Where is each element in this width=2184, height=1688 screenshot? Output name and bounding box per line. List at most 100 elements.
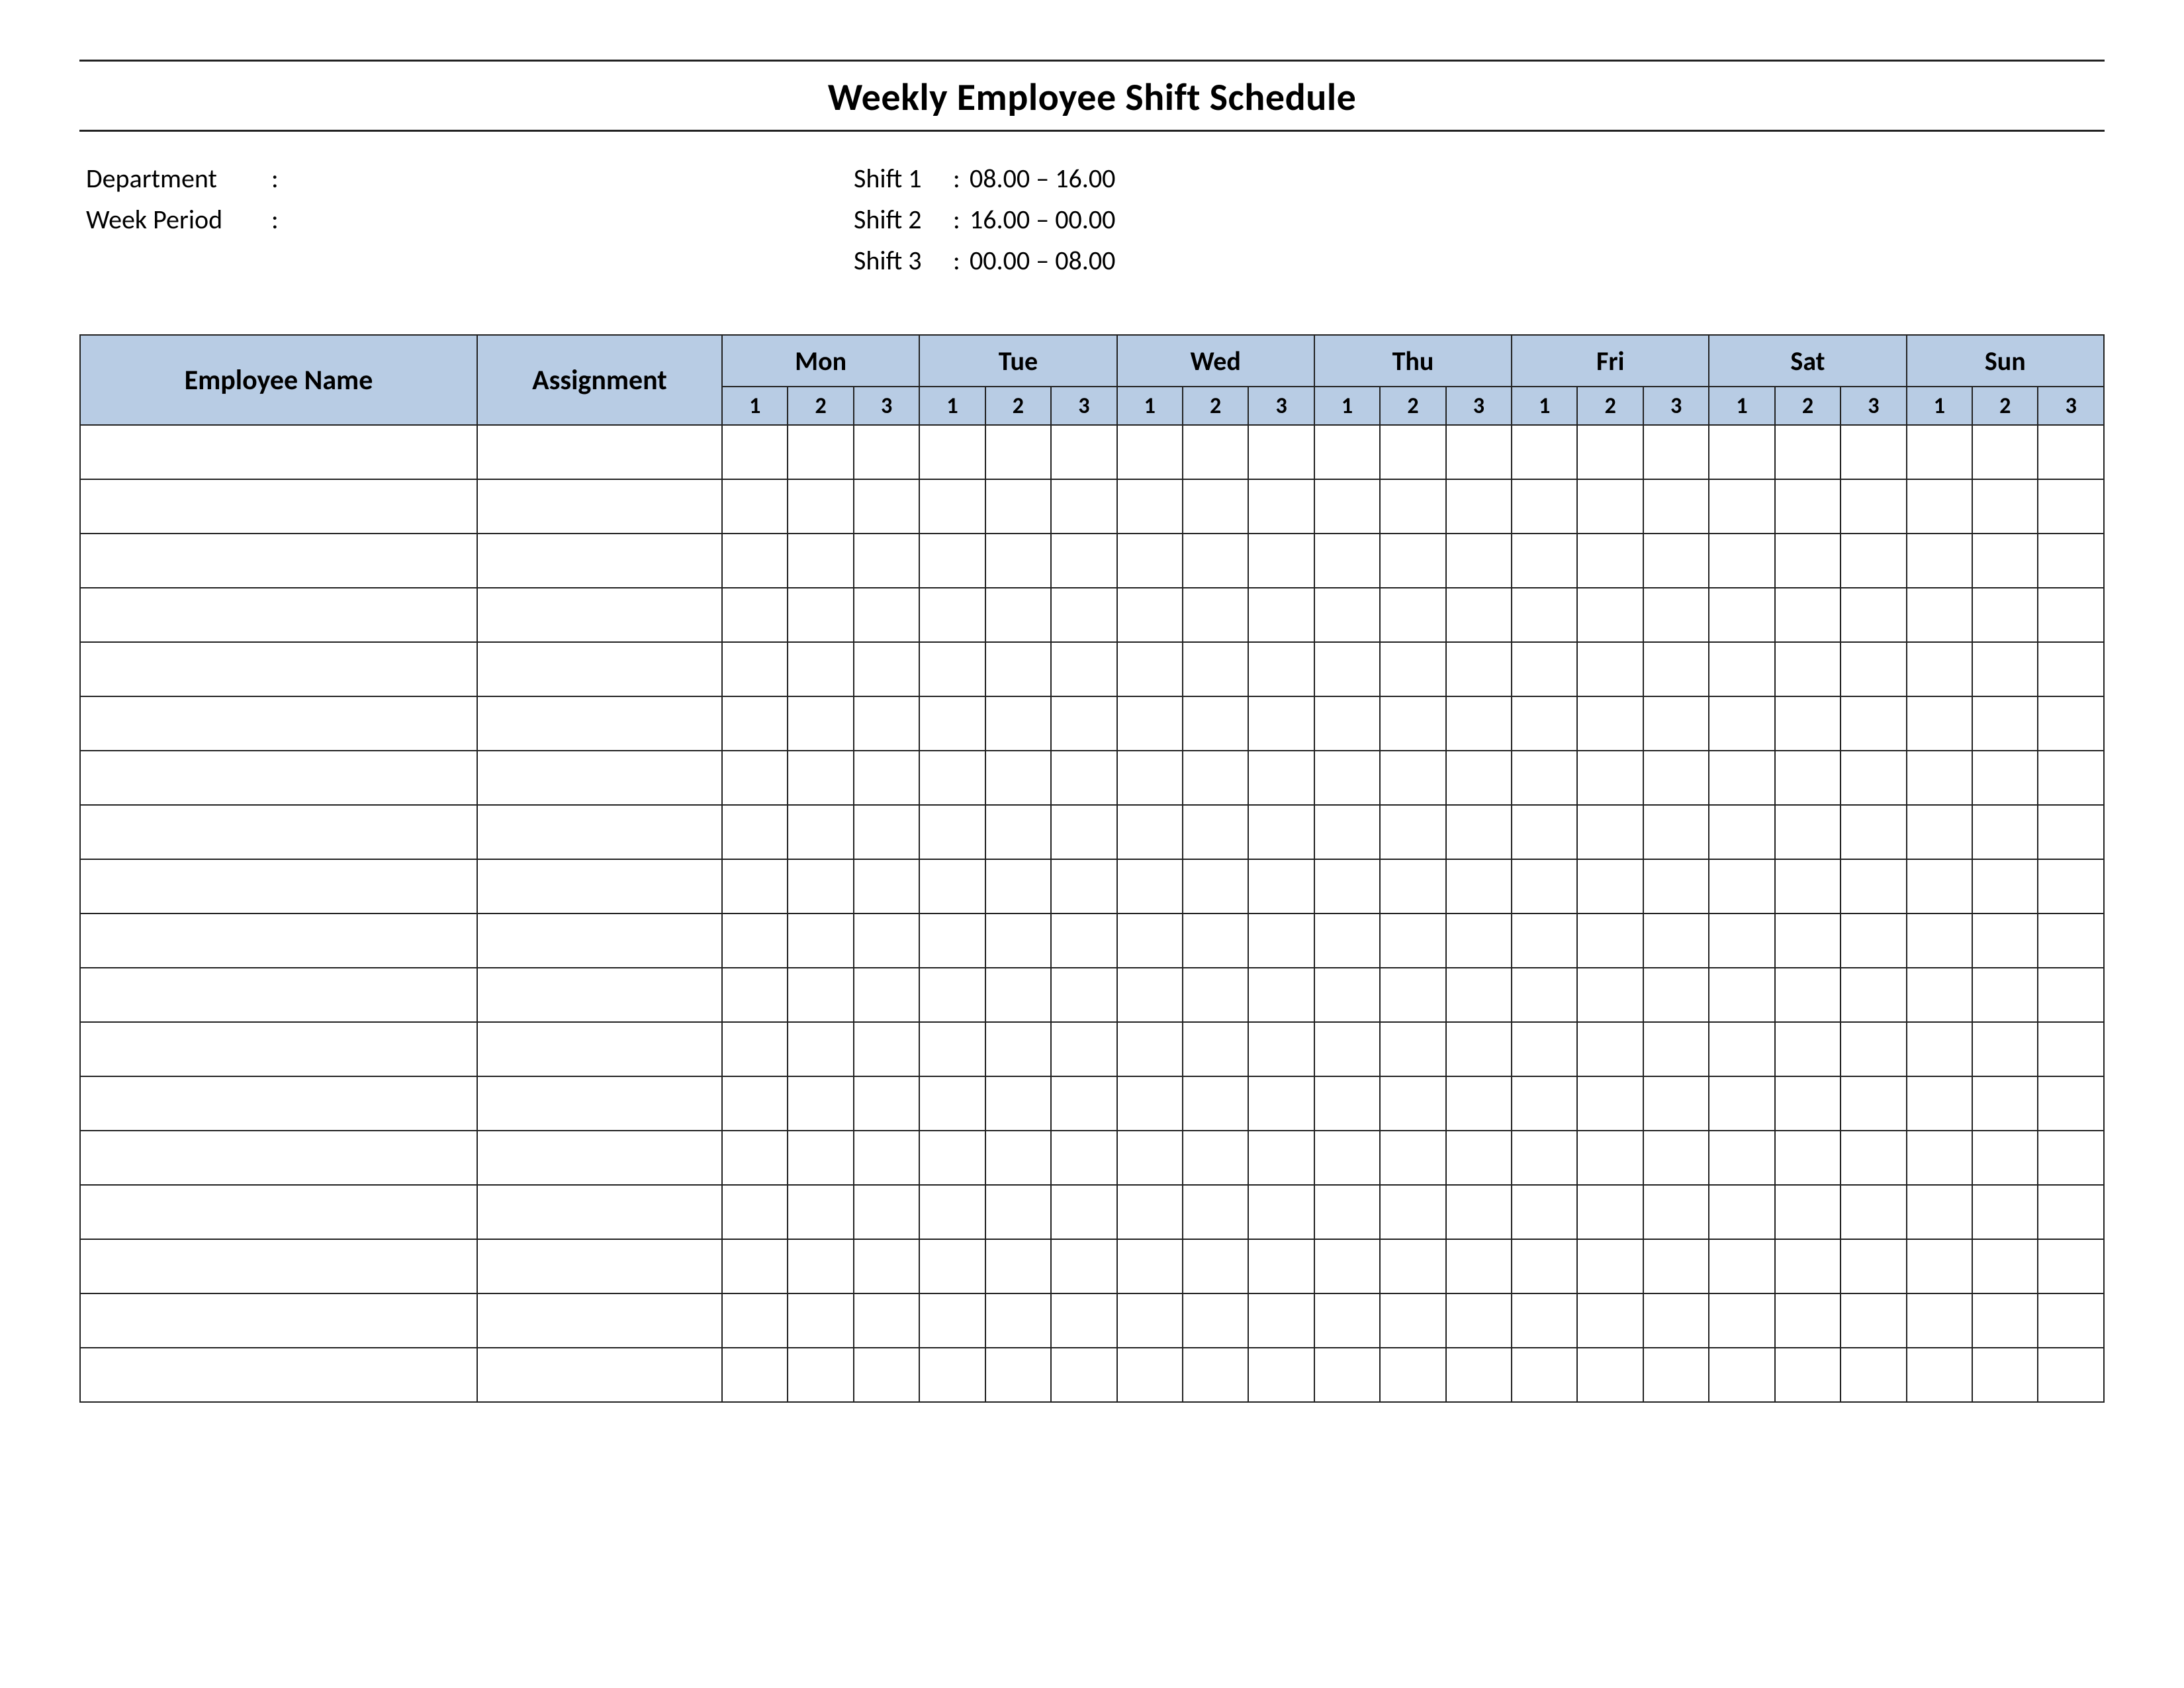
cell-shift[interactable] [1183,914,1248,968]
cell-shift[interactable] [854,425,919,479]
cell-shift[interactable] [919,425,985,479]
cell-shift[interactable] [1972,1239,2038,1293]
cell-shift[interactable] [854,1293,919,1348]
cell-shift[interactable] [1643,859,1709,914]
cell-shift[interactable] [919,1022,985,1076]
cell-shift[interactable] [722,479,788,534]
cell-shift[interactable] [1841,696,1906,751]
cell-shift[interactable] [722,1076,788,1131]
cell-shift[interactable] [1380,696,1445,751]
cell-shift[interactable] [1512,1348,1577,1402]
cell-shift[interactable] [1512,1185,1577,1239]
cell-shift[interactable] [1183,534,1248,588]
cell-assignment[interactable] [477,534,722,588]
cell-shift[interactable] [2038,1022,2104,1076]
cell-shift[interactable] [1380,805,1445,859]
cell-shift[interactable] [1380,642,1445,696]
cell-shift[interactable] [1446,1185,1512,1239]
cell-shift[interactable] [1380,534,1445,588]
cell-shift[interactable] [1380,1076,1445,1131]
cell-shift[interactable] [1183,1348,1248,1402]
cell-shift[interactable] [788,1076,853,1131]
cell-shift[interactable] [1183,1293,1248,1348]
cell-shift[interactable] [1314,859,1380,914]
cell-shift[interactable] [1248,805,1314,859]
cell-shift[interactable] [1314,425,1380,479]
cell-shift[interactable] [1248,968,1314,1022]
cell-shift[interactable] [854,1348,919,1402]
cell-shift[interactable] [1775,642,1841,696]
cell-shift[interactable] [1709,914,1774,968]
cell-shift[interactable] [1380,1348,1445,1402]
cell-employee[interactable] [80,534,477,588]
cell-shift[interactable] [985,914,1051,968]
cell-shift[interactable] [1577,642,1643,696]
cell-shift[interactable] [2038,1185,2104,1239]
cell-shift[interactable] [1841,805,1906,859]
cell-shift[interactable] [985,1348,1051,1402]
cell-shift[interactable] [919,479,985,534]
cell-shift[interactable] [1446,859,1512,914]
cell-shift[interactable] [1051,914,1116,968]
cell-shift[interactable] [1117,914,1183,968]
cell-shift[interactable] [1183,1239,1248,1293]
cell-shift[interactable] [985,968,1051,1022]
cell-shift[interactable] [1446,1022,1512,1076]
cell-shift[interactable] [919,642,985,696]
cell-shift[interactable] [1117,968,1183,1022]
cell-assignment[interactable] [477,642,722,696]
cell-shift[interactable] [985,1022,1051,1076]
cell-shift[interactable] [1841,914,1906,968]
cell-shift[interactable] [1248,1293,1314,1348]
cell-shift[interactable] [1841,1185,1906,1239]
cell-shift[interactable] [985,425,1051,479]
cell-shift[interactable] [1248,1348,1314,1402]
cell-shift[interactable] [1446,1131,1512,1185]
cell-shift[interactable] [1117,588,1183,642]
cell-employee[interactable] [80,642,477,696]
cell-shift[interactable] [1314,1076,1380,1131]
cell-shift[interactable] [1380,968,1445,1022]
cell-shift[interactable] [2038,751,2104,805]
cell-shift[interactable] [1972,534,2038,588]
cell-shift[interactable] [1314,751,1380,805]
cell-shift[interactable] [2038,859,2104,914]
cell-shift[interactable] [854,859,919,914]
cell-employee[interactable] [80,1131,477,1185]
cell-shift[interactable] [1248,1076,1314,1131]
cell-shift[interactable] [919,534,985,588]
cell-shift[interactable] [1577,588,1643,642]
cell-shift[interactable] [1972,914,2038,968]
cell-shift[interactable] [2038,1348,2104,1402]
cell-shift[interactable] [1907,1076,1972,1131]
cell-shift[interactable] [1577,1239,1643,1293]
cell-shift[interactable] [1051,1239,1116,1293]
cell-employee[interactable] [80,751,477,805]
cell-shift[interactable] [1907,805,1972,859]
cell-shift[interactable] [1972,479,2038,534]
cell-assignment[interactable] [477,1293,722,1348]
cell-shift[interactable] [1643,588,1709,642]
cell-shift[interactable] [1577,1022,1643,1076]
cell-shift[interactable] [1314,1239,1380,1293]
cell-shift[interactable] [1577,1293,1643,1348]
cell-shift[interactable] [1907,425,1972,479]
cell-shift[interactable] [1643,751,1709,805]
cell-shift[interactable] [1314,1348,1380,1402]
cell-shift[interactable] [1512,1022,1577,1076]
cell-shift[interactable] [1775,1185,1841,1239]
cell-shift[interactable] [854,588,919,642]
cell-shift[interactable] [1380,859,1445,914]
cell-shift[interactable] [788,425,853,479]
cell-shift[interactable] [1907,1348,1972,1402]
cell-shift[interactable] [1643,968,1709,1022]
cell-shift[interactable] [1775,968,1841,1022]
cell-employee[interactable] [80,1185,477,1239]
cell-shift[interactable] [1972,805,2038,859]
cell-shift[interactable] [1577,479,1643,534]
cell-shift[interactable] [1775,805,1841,859]
cell-shift[interactable] [1183,588,1248,642]
cell-assignment[interactable] [477,425,722,479]
cell-shift[interactable] [985,751,1051,805]
cell-shift[interactable] [788,534,853,588]
